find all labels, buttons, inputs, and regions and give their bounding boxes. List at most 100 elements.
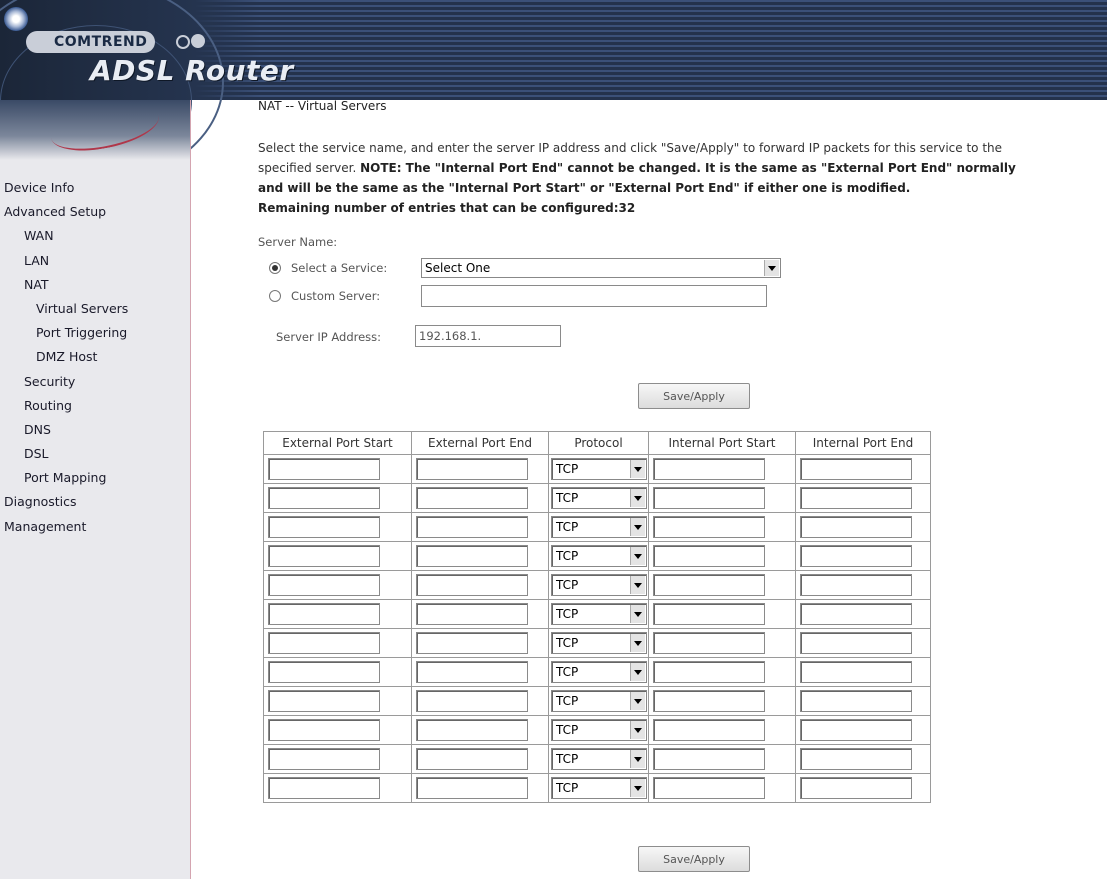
chevron-down-icon[interactable] bbox=[630, 779, 645, 797]
protocol-value: TCP bbox=[556, 665, 579, 679]
sidebar-item-nat[interactable]: NAT bbox=[0, 273, 190, 297]
internal-port-start-input[interactable] bbox=[653, 632, 765, 654]
internal-port-end-input[interactable] bbox=[800, 487, 912, 509]
protocol-select[interactable]: TCP bbox=[551, 690, 647, 712]
chevron-down-icon[interactable] bbox=[630, 663, 645, 681]
chevron-down-icon[interactable] bbox=[630, 605, 645, 623]
protocol-value: TCP bbox=[556, 636, 579, 650]
internal-port-start-input[interactable] bbox=[653, 458, 765, 480]
protocol-select[interactable]: TCP bbox=[551, 603, 647, 625]
internal-port-start-input[interactable] bbox=[653, 603, 765, 625]
sidebar-item-dmz-host[interactable]: DMZ Host bbox=[0, 345, 190, 369]
protocol-select[interactable]: TCP bbox=[551, 748, 647, 770]
internal-port-start-input[interactable] bbox=[653, 748, 765, 770]
internal-port-end-input[interactable] bbox=[800, 632, 912, 654]
external-port-start-input[interactable] bbox=[268, 719, 380, 741]
custom-server-input[interactable] bbox=[421, 285, 767, 307]
internal-port-start-input[interactable] bbox=[653, 545, 765, 567]
save-apply-button-bottom[interactable]: Save/Apply bbox=[638, 846, 750, 872]
internal-port-start-input[interactable] bbox=[653, 661, 765, 683]
save-apply-button-top[interactable]: Save/Apply bbox=[638, 383, 750, 409]
table-cell bbox=[411, 744, 549, 774]
internal-port-end-input[interactable] bbox=[800, 719, 912, 741]
external-port-start-input[interactable] bbox=[268, 574, 380, 596]
chevron-down-icon[interactable] bbox=[630, 518, 645, 536]
sidebar-item-dns[interactable]: DNS bbox=[0, 418, 190, 442]
protocol-select[interactable]: TCP bbox=[551, 661, 647, 683]
internal-port-start-input[interactable] bbox=[653, 574, 765, 596]
custom-server-radio[interactable] bbox=[269, 290, 281, 302]
internal-port-end-input[interactable] bbox=[800, 603, 912, 625]
internal-port-end-input[interactable] bbox=[800, 661, 912, 683]
select-service-dropdown[interactable]: Select One bbox=[421, 258, 781, 278]
external-port-end-input[interactable] bbox=[416, 777, 528, 799]
protocol-select[interactable]: TCP bbox=[551, 458, 647, 480]
protocol-select[interactable]: TCP bbox=[551, 487, 647, 509]
external-port-end-input[interactable] bbox=[416, 545, 528, 567]
internal-port-start-input[interactable] bbox=[653, 690, 765, 712]
external-port-end-input[interactable] bbox=[416, 690, 528, 712]
external-port-start-input[interactable] bbox=[268, 690, 380, 712]
chevron-down-icon[interactable] bbox=[630, 692, 645, 710]
external-port-start-input[interactable] bbox=[268, 516, 380, 538]
sidebar-item-device-info[interactable]: Device Info bbox=[0, 176, 190, 200]
external-port-end-input[interactable] bbox=[416, 632, 528, 654]
internal-port-end-input[interactable] bbox=[800, 574, 912, 596]
internal-port-end-input[interactable] bbox=[800, 777, 912, 799]
protocol-select[interactable]: TCP bbox=[551, 545, 647, 567]
sidebar-item-dsl[interactable]: DSL bbox=[0, 442, 190, 466]
external-port-end-input[interactable] bbox=[416, 719, 528, 741]
sidebar-item-wan[interactable]: WAN bbox=[0, 224, 190, 248]
internal-port-end-input[interactable] bbox=[800, 748, 912, 770]
chevron-down-icon[interactable] bbox=[630, 489, 645, 507]
internal-port-end-input[interactable] bbox=[800, 690, 912, 712]
external-port-end-input[interactable] bbox=[416, 516, 528, 538]
chevron-down-icon[interactable] bbox=[630, 576, 645, 594]
protocol-select[interactable]: TCP bbox=[551, 574, 647, 596]
internal-port-end-input[interactable] bbox=[800, 545, 912, 567]
server-ip-input[interactable] bbox=[415, 325, 561, 347]
sidebar-item-port-triggering[interactable]: Port Triggering bbox=[0, 321, 190, 345]
select-service-radio[interactable] bbox=[269, 262, 281, 274]
chevron-down-icon[interactable] bbox=[630, 750, 645, 768]
external-port-start-input[interactable] bbox=[268, 603, 380, 625]
sidebar-item-diagnostics[interactable]: Diagnostics bbox=[0, 490, 190, 514]
internal-port-start-input[interactable] bbox=[653, 777, 765, 799]
table-row: TCP bbox=[263, 773, 931, 803]
external-port-start-input[interactable] bbox=[268, 487, 380, 509]
protocol-select[interactable]: TCP bbox=[551, 516, 647, 538]
chevron-down-icon[interactable] bbox=[764, 260, 779, 276]
external-port-end-input[interactable] bbox=[416, 458, 528, 480]
internal-port-start-input[interactable] bbox=[653, 719, 765, 741]
protocol-value: TCP bbox=[556, 752, 579, 766]
protocol-select[interactable]: TCP bbox=[551, 719, 647, 741]
chevron-down-icon[interactable] bbox=[630, 634, 645, 652]
chevron-down-icon[interactable] bbox=[630, 460, 645, 478]
sidebar-item-lan[interactable]: LAN bbox=[0, 249, 190, 273]
protocol-select[interactable]: TCP bbox=[551, 777, 647, 799]
internal-port-start-input[interactable] bbox=[653, 487, 765, 509]
external-port-start-input[interactable] bbox=[268, 545, 380, 567]
external-port-start-input[interactable] bbox=[268, 632, 380, 654]
sidebar-item-virtual-servers[interactable]: Virtual Servers bbox=[0, 297, 190, 321]
internal-port-end-input[interactable] bbox=[800, 516, 912, 538]
chevron-down-icon[interactable] bbox=[630, 721, 645, 739]
internal-port-start-input[interactable] bbox=[653, 516, 765, 538]
external-port-start-input[interactable] bbox=[268, 458, 380, 480]
sidebar-item-advanced-setup[interactable]: Advanced Setup bbox=[0, 200, 190, 224]
external-port-end-input[interactable] bbox=[416, 661, 528, 683]
external-port-end-input[interactable] bbox=[416, 487, 528, 509]
external-port-end-input[interactable] bbox=[416, 748, 528, 770]
internal-port-end-input[interactable] bbox=[800, 458, 912, 480]
external-port-end-input[interactable] bbox=[416, 603, 528, 625]
chevron-down-icon[interactable] bbox=[630, 547, 645, 565]
external-port-start-input[interactable] bbox=[268, 777, 380, 799]
external-port-start-input[interactable] bbox=[268, 748, 380, 770]
external-port-start-input[interactable] bbox=[268, 661, 380, 683]
external-port-end-input[interactable] bbox=[416, 574, 528, 596]
sidebar-item-routing[interactable]: Routing bbox=[0, 394, 190, 418]
sidebar-item-port-mapping[interactable]: Port Mapping bbox=[0, 466, 190, 490]
sidebar-item-security[interactable]: Security bbox=[0, 370, 190, 394]
sidebar-item-management[interactable]: Management bbox=[0, 515, 190, 539]
protocol-select[interactable]: TCP bbox=[551, 632, 647, 654]
